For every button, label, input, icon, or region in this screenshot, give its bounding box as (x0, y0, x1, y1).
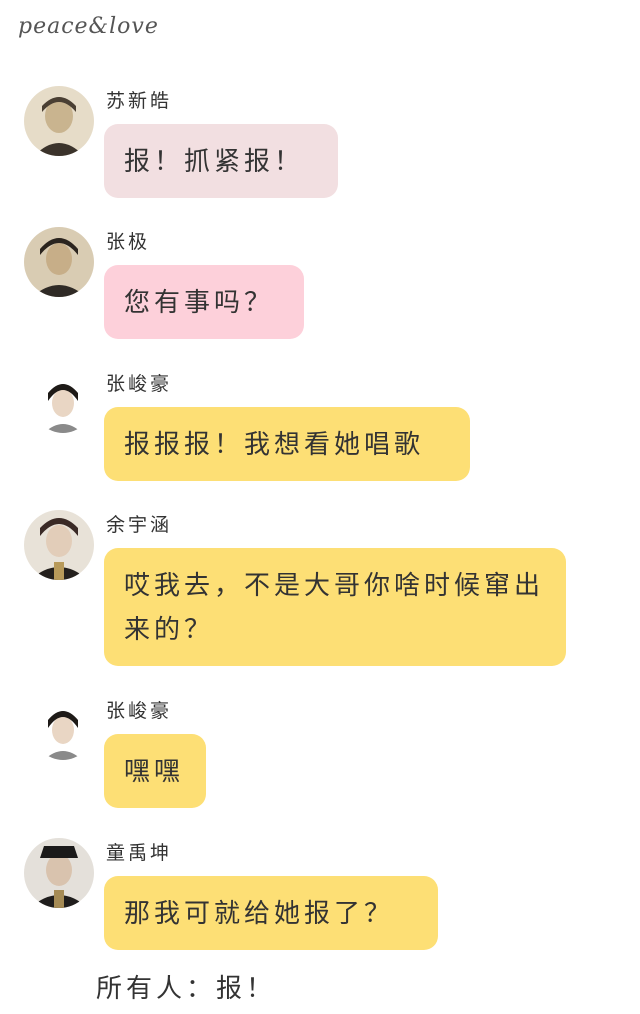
sender-name: 张极 (106, 231, 151, 253)
sender-name: 苏新皓 (106, 90, 173, 112)
message-bubble: 您有事吗？ (104, 265, 304, 339)
avatar[interactable] (34, 702, 92, 760)
sender-name: 余宇涵 (106, 514, 173, 536)
message-bubble: 嘿嘿 (104, 734, 206, 808)
footer-text: 所有人：报！ (96, 974, 277, 1004)
avatar[interactable] (24, 86, 94, 156)
avatar-photo-icon (34, 375, 92, 433)
avatar-photo-icon (34, 702, 92, 760)
page-title: peace&love (18, 14, 159, 39)
avatar[interactable] (24, 510, 94, 580)
message-bubble: 报！抓紧报！ (104, 124, 338, 198)
avatar[interactable] (24, 227, 94, 297)
sender-name: 童禹坤 (106, 842, 173, 864)
sender-name: 张峻豪 (106, 700, 173, 722)
message-bubble: 那我可就给她报了？ (104, 876, 438, 950)
avatar[interactable] (34, 375, 92, 433)
message-bubble: 报报报！我想看她唱歌 (104, 407, 470, 481)
avatar-photo-icon (24, 510, 94, 580)
avatar-photo-icon (24, 86, 94, 156)
sender-name: 张峻豪 (106, 373, 173, 395)
avatar-photo-icon (24, 227, 94, 297)
avatar[interactable] (24, 838, 94, 908)
avatar-photo-icon (24, 838, 94, 908)
message-bubble: 哎我去，不是大哥你啥时候窜出来的？ (104, 548, 566, 666)
